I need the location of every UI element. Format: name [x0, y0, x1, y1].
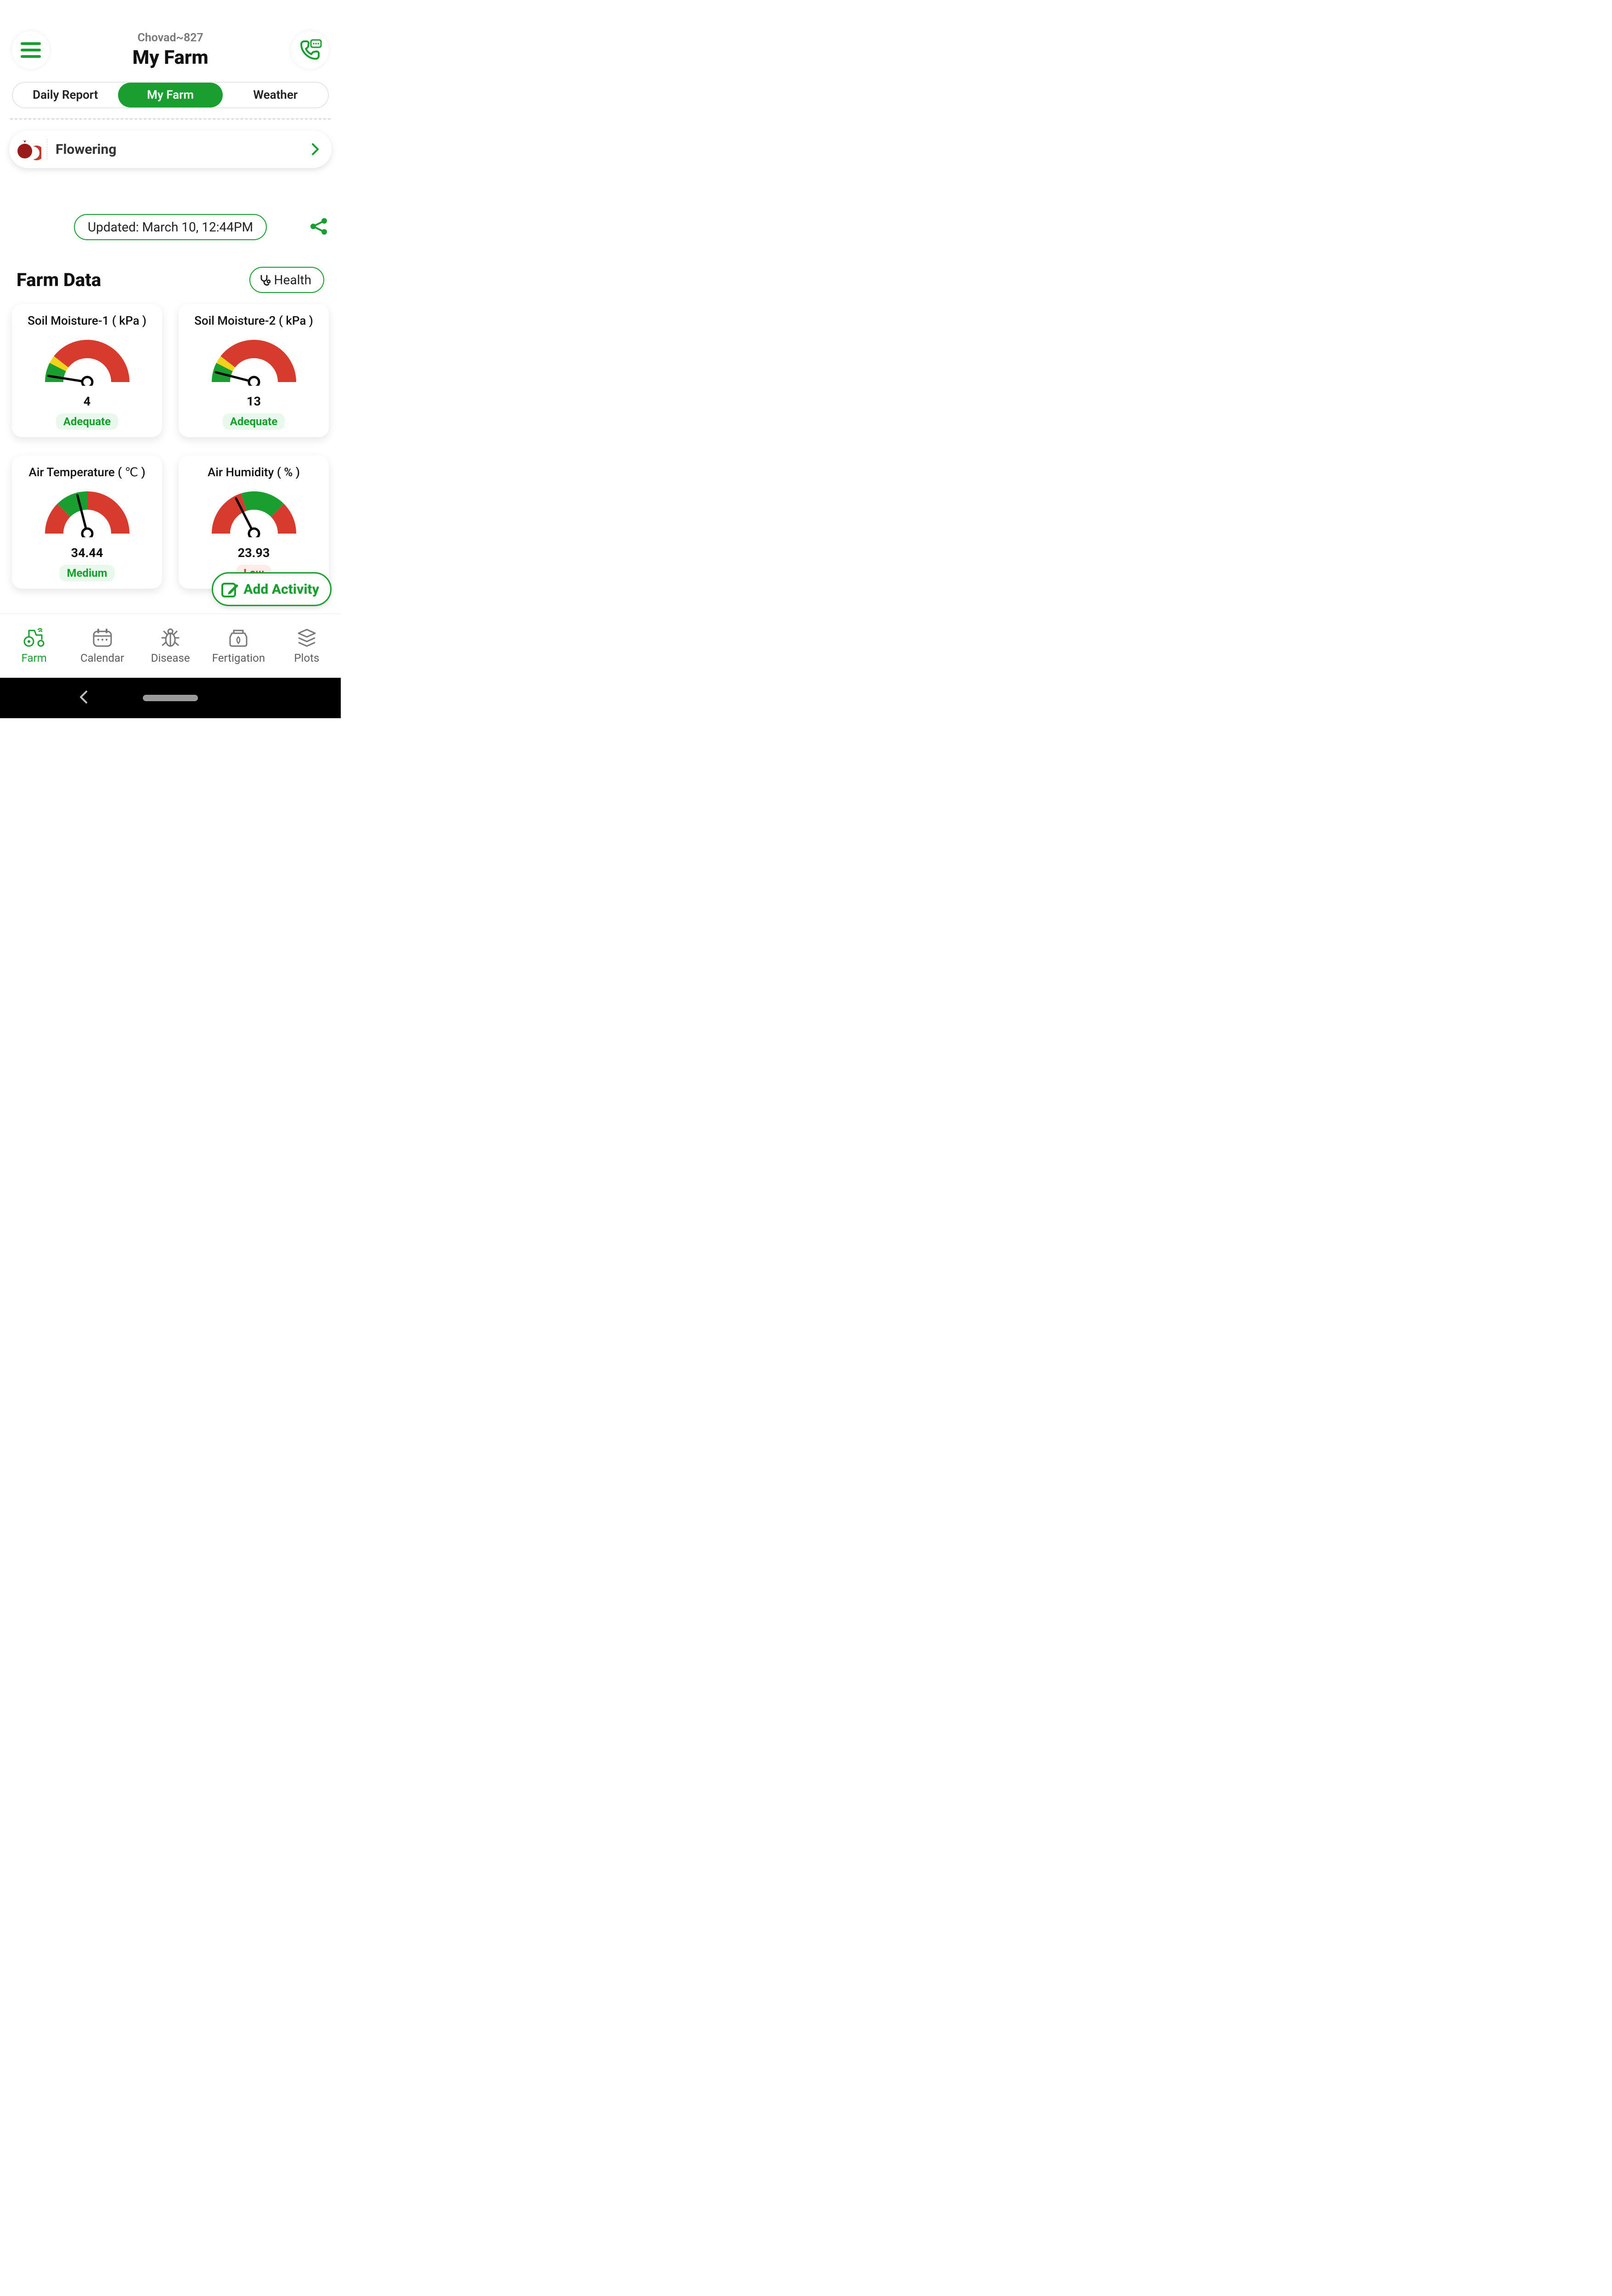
- layers-icon: [297, 628, 317, 648]
- nav-label: Disease: [151, 652, 190, 664]
- stethoscope-icon: [259, 274, 271, 286]
- nav-label: Plots: [294, 652, 319, 664]
- system-home-pill[interactable]: [143, 695, 198, 701]
- card-title: Air Temperature ( ℃ ): [28, 466, 145, 479]
- tab-my-farm[interactable]: My Farm: [118, 83, 223, 107]
- nav-calendar[interactable]: Calendar: [68, 614, 136, 678]
- health-label: Health: [274, 272, 311, 287]
- farm-data-heading: Farm Data: [17, 269, 101, 291]
- tab-daily-report[interactable]: Daily Report: [13, 83, 118, 107]
- card-value: 4: [84, 394, 91, 409]
- android-system-bar: [0, 678, 341, 718]
- updated-chip[interactable]: Updated: March 10, 12:44PM: [74, 214, 267, 240]
- crop-stage-row[interactable]: Flowering: [9, 130, 332, 168]
- gauge: [42, 335, 132, 386]
- chevron-left-icon: [78, 690, 88, 704]
- card-value: 34.44: [71, 546, 103, 560]
- nav-label: Fertigation: [212, 652, 265, 664]
- share-icon: [310, 217, 328, 236]
- card-status: Medium: [59, 565, 114, 581]
- card-title: Soil Moisture-1 ( kPa ): [28, 314, 147, 328]
- card-soil-moisture-1[interactable]: Soil Moisture-1 ( kPa ) 4 Adequate: [12, 304, 162, 437]
- tractor-icon: [23, 628, 45, 648]
- nav-plots[interactable]: Plots: [273, 614, 341, 678]
- card-value: 23.93: [238, 546, 270, 560]
- edit-square-icon: [220, 580, 239, 598]
- card-title: Air Humidity ( % ): [208, 466, 300, 479]
- call-support-button[interactable]: [291, 31, 329, 69]
- nav-label: Calendar: [80, 652, 124, 664]
- card-value: 13: [247, 394, 261, 409]
- system-back-button[interactable]: [78, 690, 88, 706]
- menu-button[interactable]: [12, 31, 50, 69]
- phone-chat-icon: [298, 38, 322, 62]
- nav-farm[interactable]: Farm: [0, 614, 68, 678]
- gauge: [209, 487, 299, 537]
- card-soil-moisture-2[interactable]: Soil Moisture-2 ( kPa ) 13 Adequate: [179, 304, 329, 437]
- nav-fertigation[interactable]: Fertigation: [204, 614, 272, 678]
- card-status: Adequate: [56, 413, 118, 430]
- bug-icon: [161, 628, 180, 648]
- hamburger-icon: [21, 42, 41, 58]
- nav-disease[interactable]: Disease: [136, 614, 204, 678]
- gauge: [209, 335, 299, 386]
- health-button[interactable]: Health: [249, 267, 324, 293]
- bottom-nav: Farm Calendar Disease Fertigation Plots: [0, 613, 341, 678]
- gauge: [42, 487, 132, 537]
- fertilizer-bag-icon: [228, 628, 248, 648]
- tab-weather[interactable]: Weather: [223, 83, 328, 107]
- calendar-icon: [92, 628, 113, 648]
- card-air-humidity[interactable]: Air Humidity ( % ) 23.93 Low: [179, 456, 329, 589]
- top-tabs: Daily Report My Farm Weather: [12, 82, 329, 108]
- card-title: Soil Moisture-2 ( kPa ): [194, 314, 313, 328]
- farm-code: Chovad~827: [50, 31, 291, 45]
- add-activity-button[interactable]: Add Activity: [212, 572, 332, 606]
- chevron-right-icon: [311, 143, 320, 156]
- divider: [10, 118, 331, 119]
- page-title: My Farm: [50, 46, 291, 69]
- header-title-block: Chovad~827 My Farm: [50, 31, 291, 69]
- share-button[interactable]: [310, 217, 328, 237]
- pomegranate-icon: [16, 136, 41, 162]
- card-status: Adequate: [223, 413, 285, 430]
- card-air-temperature[interactable]: Air Temperature ( ℃ ) 34.44 Medium: [12, 456, 162, 589]
- stage-label: Flowering: [56, 141, 311, 158]
- fab-label: Add Activity: [243, 581, 319, 597]
- nav-label: Farm: [22, 652, 47, 664]
